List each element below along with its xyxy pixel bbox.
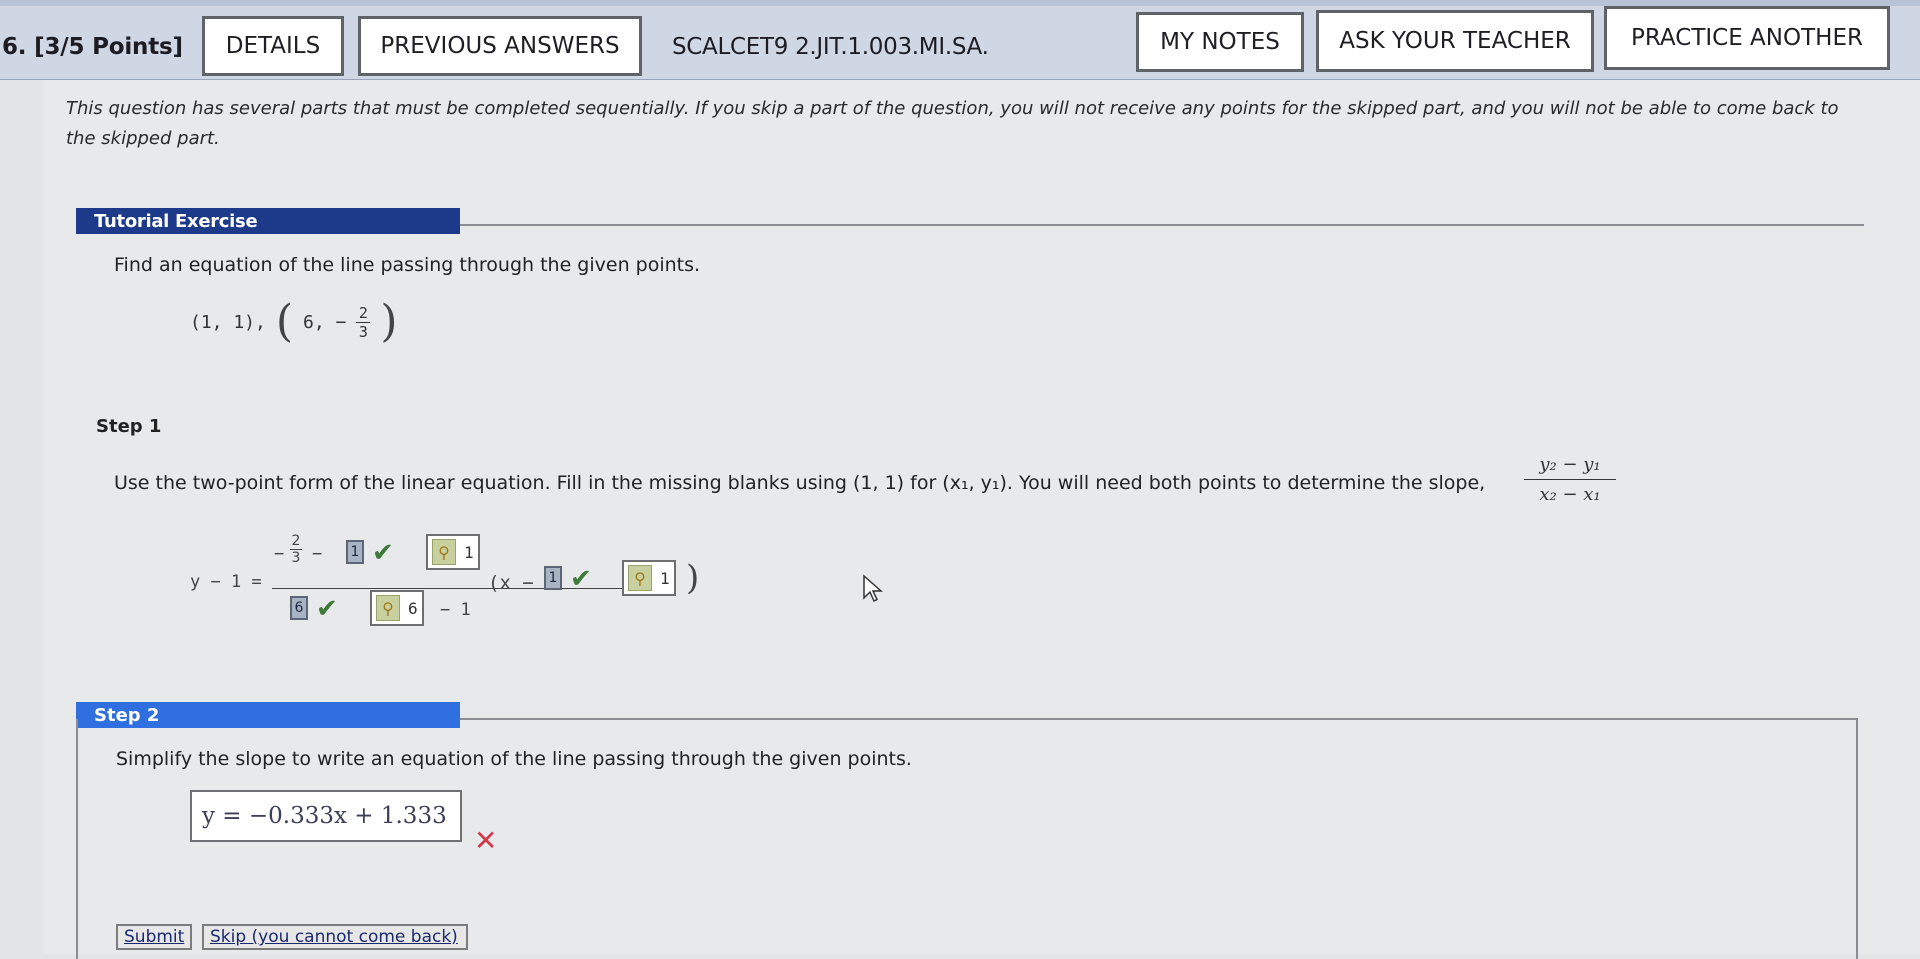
key-icon: ⚲ bbox=[628, 565, 652, 591]
key-icon: ⚲ bbox=[432, 539, 456, 565]
points-label: [3/5 Points] bbox=[34, 34, 183, 60]
details-label: DETAILS bbox=[225, 33, 321, 59]
my-notes-button[interactable]: MY NOTES bbox=[1136, 12, 1304, 72]
skip-label: Skip (you cannot come back) bbox=[210, 927, 458, 947]
numerator-key-box[interactable]: ⚲ 1 bbox=[426, 534, 480, 570]
point-2-y-fraction: 2 3 bbox=[356, 303, 371, 341]
equation-fraction-bar bbox=[272, 588, 672, 589]
numerator-neg-sign: − bbox=[274, 544, 285, 564]
paren-answer: 1 bbox=[548, 570, 558, 586]
paren-answer-box[interactable]: 1 bbox=[544, 566, 562, 590]
my-notes-label: MY NOTES bbox=[1160, 29, 1280, 55]
tutorial-exercise-header: Tutorial Exercise bbox=[76, 208, 460, 234]
paren-key-value: 1 bbox=[660, 568, 670, 588]
numerator-minus: − bbox=[312, 544, 323, 564]
question-header: 6. [3/5 Points] DETAILS PREVIOUS ANSWERS… bbox=[0, 0, 1920, 80]
tutorial-divider bbox=[460, 224, 1864, 226]
numerator-key-value: 1 bbox=[464, 542, 474, 562]
step-1-label: Step 1 bbox=[96, 416, 162, 437]
practice-another-button[interactable]: PRACTICE ANOTHER bbox=[1604, 6, 1890, 70]
question-number-points: 6. [3/5 Points] bbox=[2, 34, 183, 60]
denominator-key-value: 6 bbox=[408, 598, 418, 618]
point-1: (1, 1), bbox=[190, 311, 266, 333]
practice-another-label: PRACTICE ANOTHER bbox=[1631, 25, 1863, 51]
denominator-check-icon: ✔ bbox=[316, 594, 338, 624]
point-2-open-paren: ( bbox=[275, 296, 294, 347]
given-points: (1, 1), ( 6, − 2 3 ) bbox=[190, 300, 398, 344]
submit-button[interactable]: Submit bbox=[116, 924, 192, 950]
numerator-fraction-bottom: 3 bbox=[291, 550, 301, 566]
ask-your-teacher-button[interactable]: ASK YOUR TEACHER bbox=[1316, 10, 1594, 72]
two-point-equation: y − 1 = − 2 3 − 1 ✔ ⚲ 1 6 ✔ ⚲ 6 − 1 (x −… bbox=[190, 530, 750, 640]
details-button[interactable]: DETAILS bbox=[202, 16, 344, 76]
point-2-x: 6, − bbox=[303, 311, 347, 333]
slope-numerator: y₂ − y₁ bbox=[1539, 454, 1601, 475]
slope-fraction-bar bbox=[1524, 479, 1616, 480]
paren-close: ) bbox=[686, 558, 700, 598]
paren-check-icon: ✔ bbox=[570, 564, 592, 594]
slope-formula: y₂ − y₁ x₂ − x₁ bbox=[1524, 454, 1616, 505]
assignment-code: SCALCET9 2.JIT.1.003.MI.SA. bbox=[672, 34, 989, 60]
step-2-answer-value: y = −0.333x + 1.333 bbox=[202, 803, 447, 829]
paren-open-x: (x − bbox=[488, 572, 534, 594]
paren-key-box[interactable]: ⚲ 1 bbox=[622, 560, 676, 596]
equation-lhs: y − 1 = bbox=[190, 572, 262, 592]
key-icon: ⚲ bbox=[376, 595, 400, 621]
denominator-minus-one: − 1 bbox=[440, 600, 471, 620]
step-1-instruction: Use the two-point form of the linear equ… bbox=[114, 472, 1486, 494]
numerator-answer: 1 bbox=[350, 544, 360, 560]
numerator-fraction-top: 2 bbox=[291, 533, 301, 549]
incorrect-x-icon: ✕ bbox=[474, 824, 498, 857]
previous-answers-label: PREVIOUS ANSWERS bbox=[380, 33, 620, 59]
mouse-cursor-icon bbox=[863, 574, 883, 603]
point-2-y-denominator: 3 bbox=[358, 322, 368, 341]
previous-answers-button[interactable]: PREVIOUS ANSWERS bbox=[358, 16, 642, 76]
skip-button[interactable]: Skip (you cannot come back) bbox=[202, 924, 468, 950]
ask-your-teacher-label: ASK YOUR TEACHER bbox=[1339, 28, 1571, 54]
slope-denominator: x₂ − x₁ bbox=[1539, 484, 1601, 505]
denominator-key-box[interactable]: ⚲ 6 bbox=[370, 590, 424, 626]
point-2-close-paren: ) bbox=[380, 296, 398, 347]
numerator-check-icon: ✔ bbox=[372, 538, 394, 568]
submit-label: Submit bbox=[124, 927, 185, 947]
sequential-notice: This question has several parts that mus… bbox=[66, 98, 1839, 149]
question-number: 6. bbox=[2, 34, 27, 60]
numerator-fraction: 2 3 bbox=[290, 534, 302, 565]
point-2-y-numerator: 2 bbox=[358, 303, 368, 322]
tutorial-prompt: Find an equation of the line passing thr… bbox=[114, 254, 701, 276]
denominator-answer-box[interactable]: 6 bbox=[290, 596, 308, 620]
denominator-answer: 6 bbox=[294, 600, 304, 616]
step-2-answer-input[interactable]: y = −0.333x + 1.333 bbox=[190, 790, 462, 842]
numerator-answer-box[interactable]: 1 bbox=[346, 540, 364, 564]
step-2-instruction: Simplify the slope to write an equation … bbox=[116, 748, 912, 770]
